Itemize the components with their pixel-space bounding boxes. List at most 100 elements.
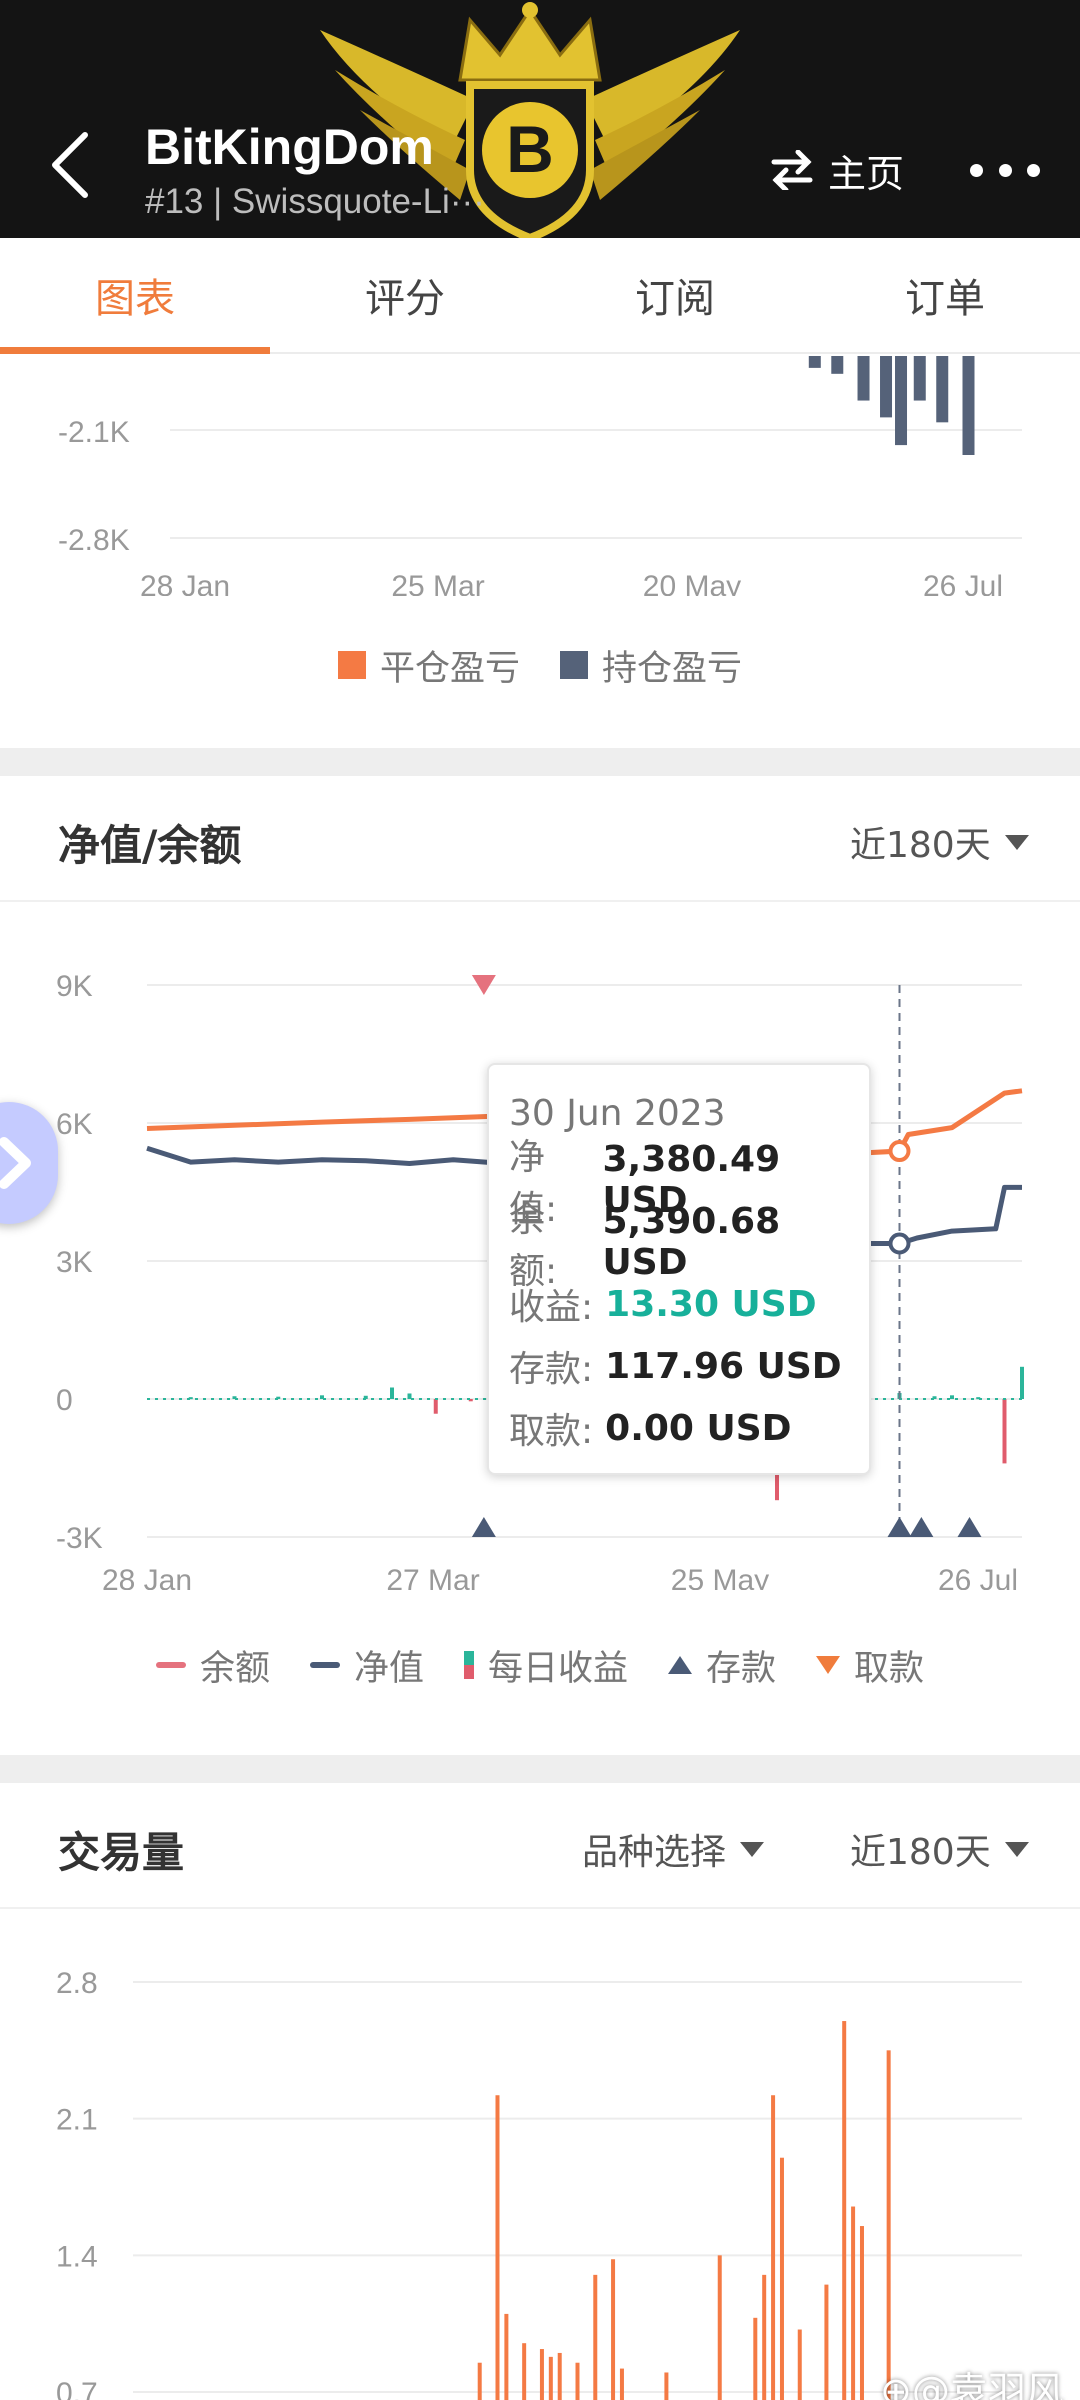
volume-range-dropdown[interactable]: 近180天 <box>850 1823 1029 1875</box>
tooltip-profit-value: 13.30 USD <box>605 1283 817 1325</box>
volume-bar <box>886 2050 891 2400</box>
section-divider <box>0 748 1080 776</box>
balance-swatch <box>155 1662 186 1668</box>
volume-bar <box>771 2095 776 2400</box>
app-root: B BitKingDom #13 | Swissquote-Li··· 主页 图… <box>0 0 1080 2400</box>
volume-bar <box>824 2284 829 2400</box>
caret-down-icon <box>1004 834 1029 850</box>
caret-down-icon <box>740 1841 765 1857</box>
equity-range-label: 近180天 <box>850 825 991 866</box>
legend-deposit[interactable]: 存款 <box>668 1640 776 1691</box>
y-tick-label: 1.4 <box>56 2240 98 2273</box>
y-tick-label: 2.8 <box>56 1967 98 2000</box>
y-tick-label: 2.1 <box>56 2104 98 2137</box>
tooltip-deposit-label: 存款: <box>509 1349 594 1390</box>
pnl-legend: 平仓盈亏 持仓盈亏 <box>0 640 1080 690</box>
deposit-marker <box>471 1517 496 1537</box>
x-tick-label: 28 Jan <box>102 1564 192 1590</box>
x-tick-label: 28 Jan <box>140 570 230 596</box>
volume-bar <box>548 2356 553 2400</box>
floating-pnl-bar <box>913 356 926 401</box>
watermark: ⊕@袁羽风 <box>880 2369 1064 2400</box>
floating-pnl-bar <box>962 356 975 455</box>
deposit-marker <box>957 1517 982 1537</box>
daily-profit-bar <box>1002 1399 1007 1464</box>
equity-range-dropdown[interactable]: 近180天 <box>850 816 1029 868</box>
caret-down-icon <box>1004 1841 1029 1857</box>
volume-section-title: 交易量 <box>58 1828 185 1877</box>
x-tick-label: 25 May <box>671 1564 769 1590</box>
tooltip-deposit-row: 存款: 117.96 USD <box>509 1335 869 1397</box>
tooltip-balance-value: 5,390.68 USD <box>602 1201 781 1283</box>
closed-pnl-swatch <box>337 651 366 679</box>
more-menu-icon[interactable] <box>970 150 1040 190</box>
legend-balance-label: 余额 <box>199 1648 270 1689</box>
volume-bar <box>557 2352 562 2400</box>
volume-bar <box>779 2157 784 2400</box>
floating-pnl-bar <box>808 356 821 368</box>
daily-profit-bar <box>950 1395 954 1399</box>
volume-bar <box>477 2362 482 2400</box>
symbol-select-dropdown[interactable]: 品种选择 <box>582 1823 765 1875</box>
volume-bar <box>611 2259 616 2400</box>
legend-withdraw[interactable]: 取款 <box>816 1640 924 1691</box>
volume-bar <box>859 2226 864 2400</box>
y-tick-label: -2.8K <box>58 524 130 557</box>
deposit-marker <box>909 1517 934 1537</box>
tab-rating[interactable]: 评分 <box>270 238 540 352</box>
chevron-right-icon <box>0 1137 31 1189</box>
volume-bar <box>664 2372 669 2400</box>
daily-profit-bar <box>433 1399 438 1414</box>
y-tick-label: 9K <box>56 970 93 1003</box>
x-tick-label: 26 Jul <box>938 1564 1018 1590</box>
floating-pnl-swatch <box>560 651 588 679</box>
floating-assist-handle[interactable] <box>0 1102 58 1224</box>
volume-bar <box>539 2349 544 2400</box>
legend-balance[interactable]: 余额 <box>155 1640 270 1691</box>
volume-bar <box>593 2274 598 2400</box>
volume-bar <box>495 2095 500 2400</box>
profile-header: B BitKingDom #13 | Swissquote-Li··· 主页 <box>0 0 1080 238</box>
x-tick-label: 20 May <box>643 570 741 596</box>
tab-orders[interactable]: 订单 <box>810 238 1080 352</box>
volume-bar <box>619 2368 624 2400</box>
y-tick-label: 3K <box>56 1246 93 1279</box>
volume-bar <box>575 2362 580 2400</box>
legend-daily-profit-label: 每日收益 <box>487 1648 628 1689</box>
x-tick-label: 26 Jul <box>923 570 1003 596</box>
floating-pnl-bar <box>895 356 908 446</box>
daily-profit-bar <box>1020 1366 1024 1399</box>
tab-chart[interactable]: 图表 <box>0 238 270 354</box>
equity-swatch <box>309 1662 340 1668</box>
account-title: BitKingDom <box>145 119 434 175</box>
symbol-select-label: 品种选择 <box>582 1832 727 1873</box>
home-label: 主页 <box>828 151 905 196</box>
svg-text:B: B <box>506 112 554 186</box>
account-subtitle: #13 | Swissquote-Li··· <box>145 182 485 221</box>
legend-daily-profit[interactable]: 每日收益 <box>463 1640 628 1691</box>
y-tick-label: 6K <box>56 1108 93 1141</box>
legend-closed-pnl[interactable]: 平仓盈亏 <box>337 640 520 691</box>
tooltip-profit-label: 收益: <box>509 1287 594 1328</box>
legend-equity[interactable]: 净值 <box>309 1640 424 1691</box>
volume-section-header: 交易量 品种选择 近180天 <box>0 1783 1080 1909</box>
legend-floating-pnl[interactable]: 持仓盈亏 <box>560 640 742 691</box>
back-arrow-icon[interactable] <box>40 120 110 210</box>
floating-pnl-bar <box>831 356 844 374</box>
volume-bar <box>717 2255 722 2400</box>
tooltip-withdraw-row: 取款: 0.00 USD <box>509 1397 869 1459</box>
volume-bar <box>851 2206 856 2400</box>
volume-chart: 2.8 2.1 1.4 0.7 <box>56 1967 1022 2400</box>
equity-section-title: 净值/余额 <box>58 821 242 870</box>
volume-bar <box>842 2021 847 2400</box>
legend-deposit-label: 存款 <box>706 1648 777 1689</box>
volume-bar <box>797 2329 802 2400</box>
x-tick-label: 25 Mar <box>391 570 484 596</box>
y-tick-label: -2.1K <box>58 416 130 449</box>
deposit-marker <box>887 1517 912 1537</box>
tooltip-deposit-value: 117.96 USD <box>605 1345 842 1387</box>
tooltip-withdraw-label: 取款: <box>509 1411 594 1452</box>
home-button[interactable]: 主页 <box>770 140 904 200</box>
pnl-chart: -2.1K -2.8K 28 Jan 25 Mar 20 May 26 Jul <box>58 356 1022 596</box>
tab-subscribe[interactable]: 订阅 <box>540 238 810 352</box>
